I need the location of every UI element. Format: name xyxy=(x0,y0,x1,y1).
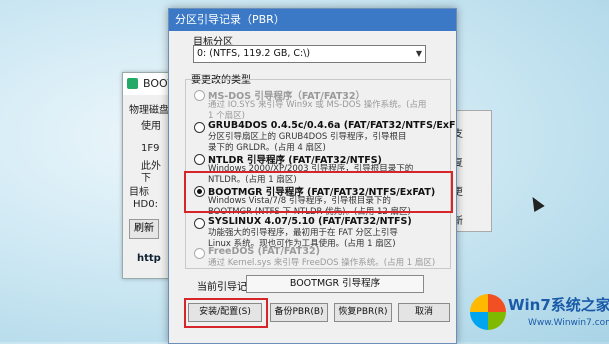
bg-right-line-3: 更 xyxy=(453,187,463,198)
watermark: Win7系统之家 Www.Winwin7.com xyxy=(470,290,609,342)
cancel-button[interactable]: 取消 xyxy=(398,303,450,322)
target-label: 目标 xyxy=(129,187,149,198)
refresh-button[interactable]: 刷新 xyxy=(129,219,159,239)
radio-freedos xyxy=(194,248,205,259)
radio-syslinux[interactable] xyxy=(194,218,205,229)
radio-msdos xyxy=(194,90,205,101)
use-label: 使用 xyxy=(141,121,161,132)
drive-text: HD0: xyxy=(133,199,158,210)
chevron-down-icon: ▼ xyxy=(415,49,422,58)
option-freedos-desc: 通过 Kernel.sys 来引导 FreeDOS 操作系统。(占用 1 扇区) xyxy=(208,258,436,268)
app-icon xyxy=(127,78,138,89)
bg-right-line-4: 新 xyxy=(453,216,463,227)
url-text: http xyxy=(137,253,161,264)
radio-ntldr[interactable] xyxy=(194,154,205,165)
bg-right-line-2: 复 xyxy=(453,158,463,169)
bg-right-line-1: 支 xyxy=(453,129,463,140)
bootmgr-highlight xyxy=(184,171,453,213)
dialog-title: 分区引导记录（PBR） xyxy=(169,9,456,31)
target-partition-select[interactable]: 0: (NTFS, 119.2 GB, C:\) ▼ xyxy=(193,45,426,63)
physical-disk-label: 物理磁盘 xyxy=(129,105,169,116)
backup-pbr-button[interactable]: 备份PBR(B) xyxy=(270,303,328,322)
option-grub4dos-desc: 分区引导扇区上的 GRUB4DOS 引导程序，引导根目 录下的 GRLDR。(占用… xyxy=(208,132,407,153)
option-msdos-desc: 通过 IO.SYS 来引导 Win9x 或 MS-DOS 操作系统。(占用 1 个… xyxy=(208,100,427,121)
radio-grub4dos[interactable] xyxy=(194,122,205,133)
watermark-url: Www.Winwin7.com xyxy=(528,318,609,328)
bg-line-1: 1F9 xyxy=(141,143,160,154)
install-highlight xyxy=(184,298,268,328)
windows-logo-icon xyxy=(470,294,506,330)
restore-pbr-button[interactable]: 恢复PBR(R) xyxy=(334,303,392,322)
option-freedos-title: FreeDOS (FAT/FAT32) xyxy=(208,246,320,257)
current-boot-value: BOOTMGR 引导程序 xyxy=(246,275,424,293)
target-partition-value: 0: (NTFS, 119.2 GB, C:\) xyxy=(197,48,311,59)
watermark-title: Win7系统之家 xyxy=(508,296,609,314)
option-syslinux-title: SYSLINUX 4.07/5.10 (FAT/FAT32/NTFS) xyxy=(208,216,412,227)
option-grub4dos-title: GRUB4DOS 0.4.5c/0.4.6a (FAT/FAT32/NTFS/E… xyxy=(208,120,456,131)
bg-line-3: 下 xyxy=(141,173,151,184)
mouse-cursor-icon xyxy=(527,193,545,213)
